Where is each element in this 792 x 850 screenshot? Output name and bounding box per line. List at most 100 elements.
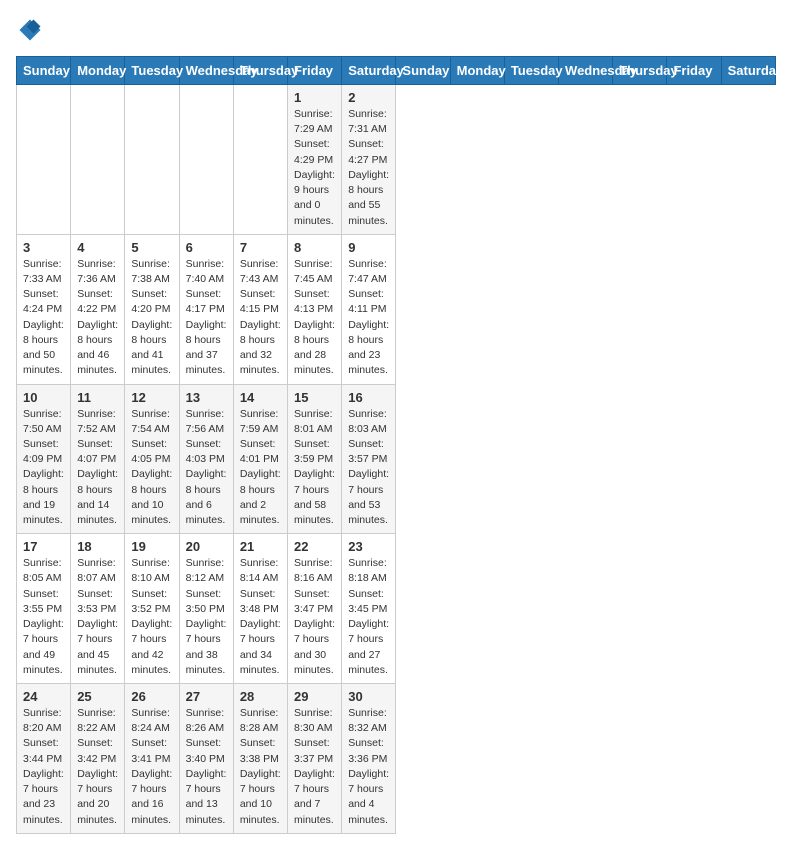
calendar-cell: 6 Sunrise: 7:40 AM Sunset: 4:17 PM Daylig… [179,234,233,384]
calendar-table: SundayMondayTuesdayWednesdayThursdayFrid… [16,56,776,834]
calendar-cell: 21 Sunrise: 8:14 AM Sunset: 3:48 PM Dayli… [233,534,287,684]
day-number: 16 [348,390,389,405]
day-number: 17 [23,539,64,554]
calendar-cell: 20Sunrise: 8:12 AM Sunset: 3:50 PM Dayli… [179,534,233,684]
calendar-cell: 26 Sunrise: 8:24 AM Sunset: 3:41 PM Dayli… [125,684,179,834]
calendar-cell: 29 Sunrise: 8:30 AM Sunset: 3:37 PM Dayli… [288,684,342,834]
day-number: 30 [348,689,389,704]
col-header-wednesday: Wednesday [559,57,613,85]
day-info: Sunrise: 7:45 AM Sunset: 4:13 PM Dayligh… [294,257,335,379]
col-header-friday: Friday [288,57,342,85]
day-number: 9 [348,240,389,255]
day-info: Sunrise: 8:14 AM Sunset: 3:48 PM Dayligh… [240,556,281,678]
day-info: Sunrise: 7:59 AM Sunset: 4:01 PM Dayligh… [240,407,281,529]
calendar-week-1: 1Sunrise: 7:29 AM Sunset: 4:29 PM Daylig… [17,85,776,235]
day-number: 10 [23,390,64,405]
calendar-week-2: 3 Sunrise: 7:33 AM Sunset: 4:24 PM Daylig… [17,234,776,384]
col-header-saturday: Saturday [342,57,396,85]
col-header-wednesday: Wednesday [179,57,233,85]
col-header-sunday: Sunday [17,57,71,85]
calendar-cell: 7Sunrise: 7:43 AM Sunset: 4:15 PM Daylig… [233,234,287,384]
calendar-week-4: 17 Sunrise: 8:05 AM Sunset: 3:55 PM Dayli… [17,534,776,684]
day-number: 11 [77,390,118,405]
day-info: Sunrise: 8:24 AM Sunset: 3:41 PM Dayligh… [131,706,172,828]
calendar-cell: 17 Sunrise: 8:05 AM Sunset: 3:55 PM Dayli… [17,534,71,684]
day-info: Sunrise: 7:56 AM Sunset: 4:03 PM Dayligh… [186,407,227,529]
calendar-cell: 11 Sunrise: 7:52 AM Sunset: 4:07 PM Dayli… [71,384,125,534]
day-number: 15 [294,390,335,405]
day-number: 12 [131,390,172,405]
day-info: Sunrise: 8:05 AM Sunset: 3:55 PM Dayligh… [23,556,64,678]
day-number: 21 [240,539,281,554]
day-info: Sunrise: 7:50 AM Sunset: 4:09 PM Dayligh… [23,407,64,529]
day-info: Sunrise: 8:30 AM Sunset: 3:37 PM Dayligh… [294,706,335,828]
day-number: 6 [186,240,227,255]
calendar-cell: 30 Sunrise: 8:32 AM Sunset: 3:36 PM Dayli… [342,684,396,834]
calendar-cell: 8 Sunrise: 7:45 AM Sunset: 4:13 PM Daylig… [288,234,342,384]
day-number: 2 [348,90,389,105]
calendar-cell: 18Sunrise: 8:07 AM Sunset: 3:53 PM Dayli… [71,534,125,684]
calendar-week-5: 24 Sunrise: 8:20 AM Sunset: 3:44 PM Dayli… [17,684,776,834]
col-header-monday: Monday [71,57,125,85]
day-number: 28 [240,689,281,704]
calendar-cell: 3 Sunrise: 7:33 AM Sunset: 4:24 PM Daylig… [17,234,71,384]
col-header-sunday: Sunday [396,57,450,85]
day-number: 24 [23,689,64,704]
day-number: 8 [294,240,335,255]
day-info: Sunrise: 8:32 AM Sunset: 3:36 PM Dayligh… [348,706,389,828]
calendar-cell [179,85,233,235]
day-info: Sunrise: 7:43 AM Sunset: 4:15 PM Dayligh… [240,257,281,379]
day-info: Sunrise: 8:26 AM Sunset: 3:40 PM Dayligh… [186,706,227,828]
day-info: Sunrise: 8:16 AM Sunset: 3:47 PM Dayligh… [294,556,335,678]
col-header-thursday: Thursday [233,57,287,85]
day-info: Sunrise: 7:38 AM Sunset: 4:20 PM Dayligh… [131,257,172,379]
calendar-cell [233,85,287,235]
calendar-cell [125,85,179,235]
day-info: Sunrise: 7:40 AM Sunset: 4:17 PM Dayligh… [186,257,227,379]
day-info: Sunrise: 7:36 AM Sunset: 4:22 PM Dayligh… [77,257,118,379]
day-number: 4 [77,240,118,255]
calendar-cell: 2 Sunrise: 7:31 AM Sunset: 4:27 PM Daylig… [342,85,396,235]
day-info: Sunrise: 7:54 AM Sunset: 4:05 PM Dayligh… [131,407,172,529]
col-header-monday: Monday [450,57,504,85]
calendar-cell: 4 Sunrise: 7:36 AM Sunset: 4:22 PM Daylig… [71,234,125,384]
calendar-cell: 10 Sunrise: 7:50 AM Sunset: 4:09 PM Dayli… [17,384,71,534]
day-number: 3 [23,240,64,255]
col-header-saturday: Saturday [721,57,775,85]
day-info: Sunrise: 8:20 AM Sunset: 3:44 PM Dayligh… [23,706,64,828]
day-info: Sunrise: 8:22 AM Sunset: 3:42 PM Dayligh… [77,706,118,828]
calendar-header-row: SundayMondayTuesdayWednesdayThursdayFrid… [17,57,776,85]
day-info: Sunrise: 8:12 AM Sunset: 3:50 PM Dayligh… [186,556,227,678]
day-number: 14 [240,390,281,405]
day-number: 26 [131,689,172,704]
calendar-cell: 1Sunrise: 7:29 AM Sunset: 4:29 PM Daylig… [288,85,342,235]
day-number: 29 [294,689,335,704]
col-header-friday: Friday [667,57,721,85]
calendar-cell: 9Sunrise: 7:47 AM Sunset: 4:11 PM Daylig… [342,234,396,384]
day-info: Sunrise: 7:29 AM Sunset: 4:29 PM Dayligh… [294,107,335,229]
calendar-cell: 12 Sunrise: 7:54 AM Sunset: 4:05 PM Dayli… [125,384,179,534]
day-number: 27 [186,689,227,704]
calendar-cell: 23Sunrise: 8:18 AM Sunset: 3:45 PM Dayli… [342,534,396,684]
day-info: Sunrise: 7:31 AM Sunset: 4:27 PM Dayligh… [348,107,389,229]
calendar-week-3: 10 Sunrise: 7:50 AM Sunset: 4:09 PM Dayli… [17,384,776,534]
calendar-cell: 13 Sunrise: 7:56 AM Sunset: 4:03 PM Dayli… [179,384,233,534]
calendar-cell: 24 Sunrise: 8:20 AM Sunset: 3:44 PM Dayli… [17,684,71,834]
calendar-cell: 14 Sunrise: 7:59 AM Sunset: 4:01 PM Dayli… [233,384,287,534]
day-number: 5 [131,240,172,255]
day-info: Sunrise: 7:33 AM Sunset: 4:24 PM Dayligh… [23,257,64,379]
day-info: Sunrise: 8:03 AM Sunset: 3:57 PM Dayligh… [348,407,389,529]
page-header [16,16,776,44]
day-number: 18 [77,539,118,554]
calendar-cell: 15Sunrise: 8:01 AM Sunset: 3:59 PM Dayli… [288,384,342,534]
day-info: Sunrise: 7:52 AM Sunset: 4:07 PM Dayligh… [77,407,118,529]
col-header-tuesday: Tuesday [125,57,179,85]
calendar-cell: 28Sunrise: 8:28 AM Sunset: 3:38 PM Dayli… [233,684,287,834]
day-number: 25 [77,689,118,704]
logo-icon [16,16,44,44]
day-number: 13 [186,390,227,405]
day-info: Sunrise: 8:10 AM Sunset: 3:52 PM Dayligh… [131,556,172,678]
calendar-cell: 16 Sunrise: 8:03 AM Sunset: 3:57 PM Dayli… [342,384,396,534]
col-header-tuesday: Tuesday [504,57,558,85]
calendar-cell: 22Sunrise: 8:16 AM Sunset: 3:47 PM Dayli… [288,534,342,684]
